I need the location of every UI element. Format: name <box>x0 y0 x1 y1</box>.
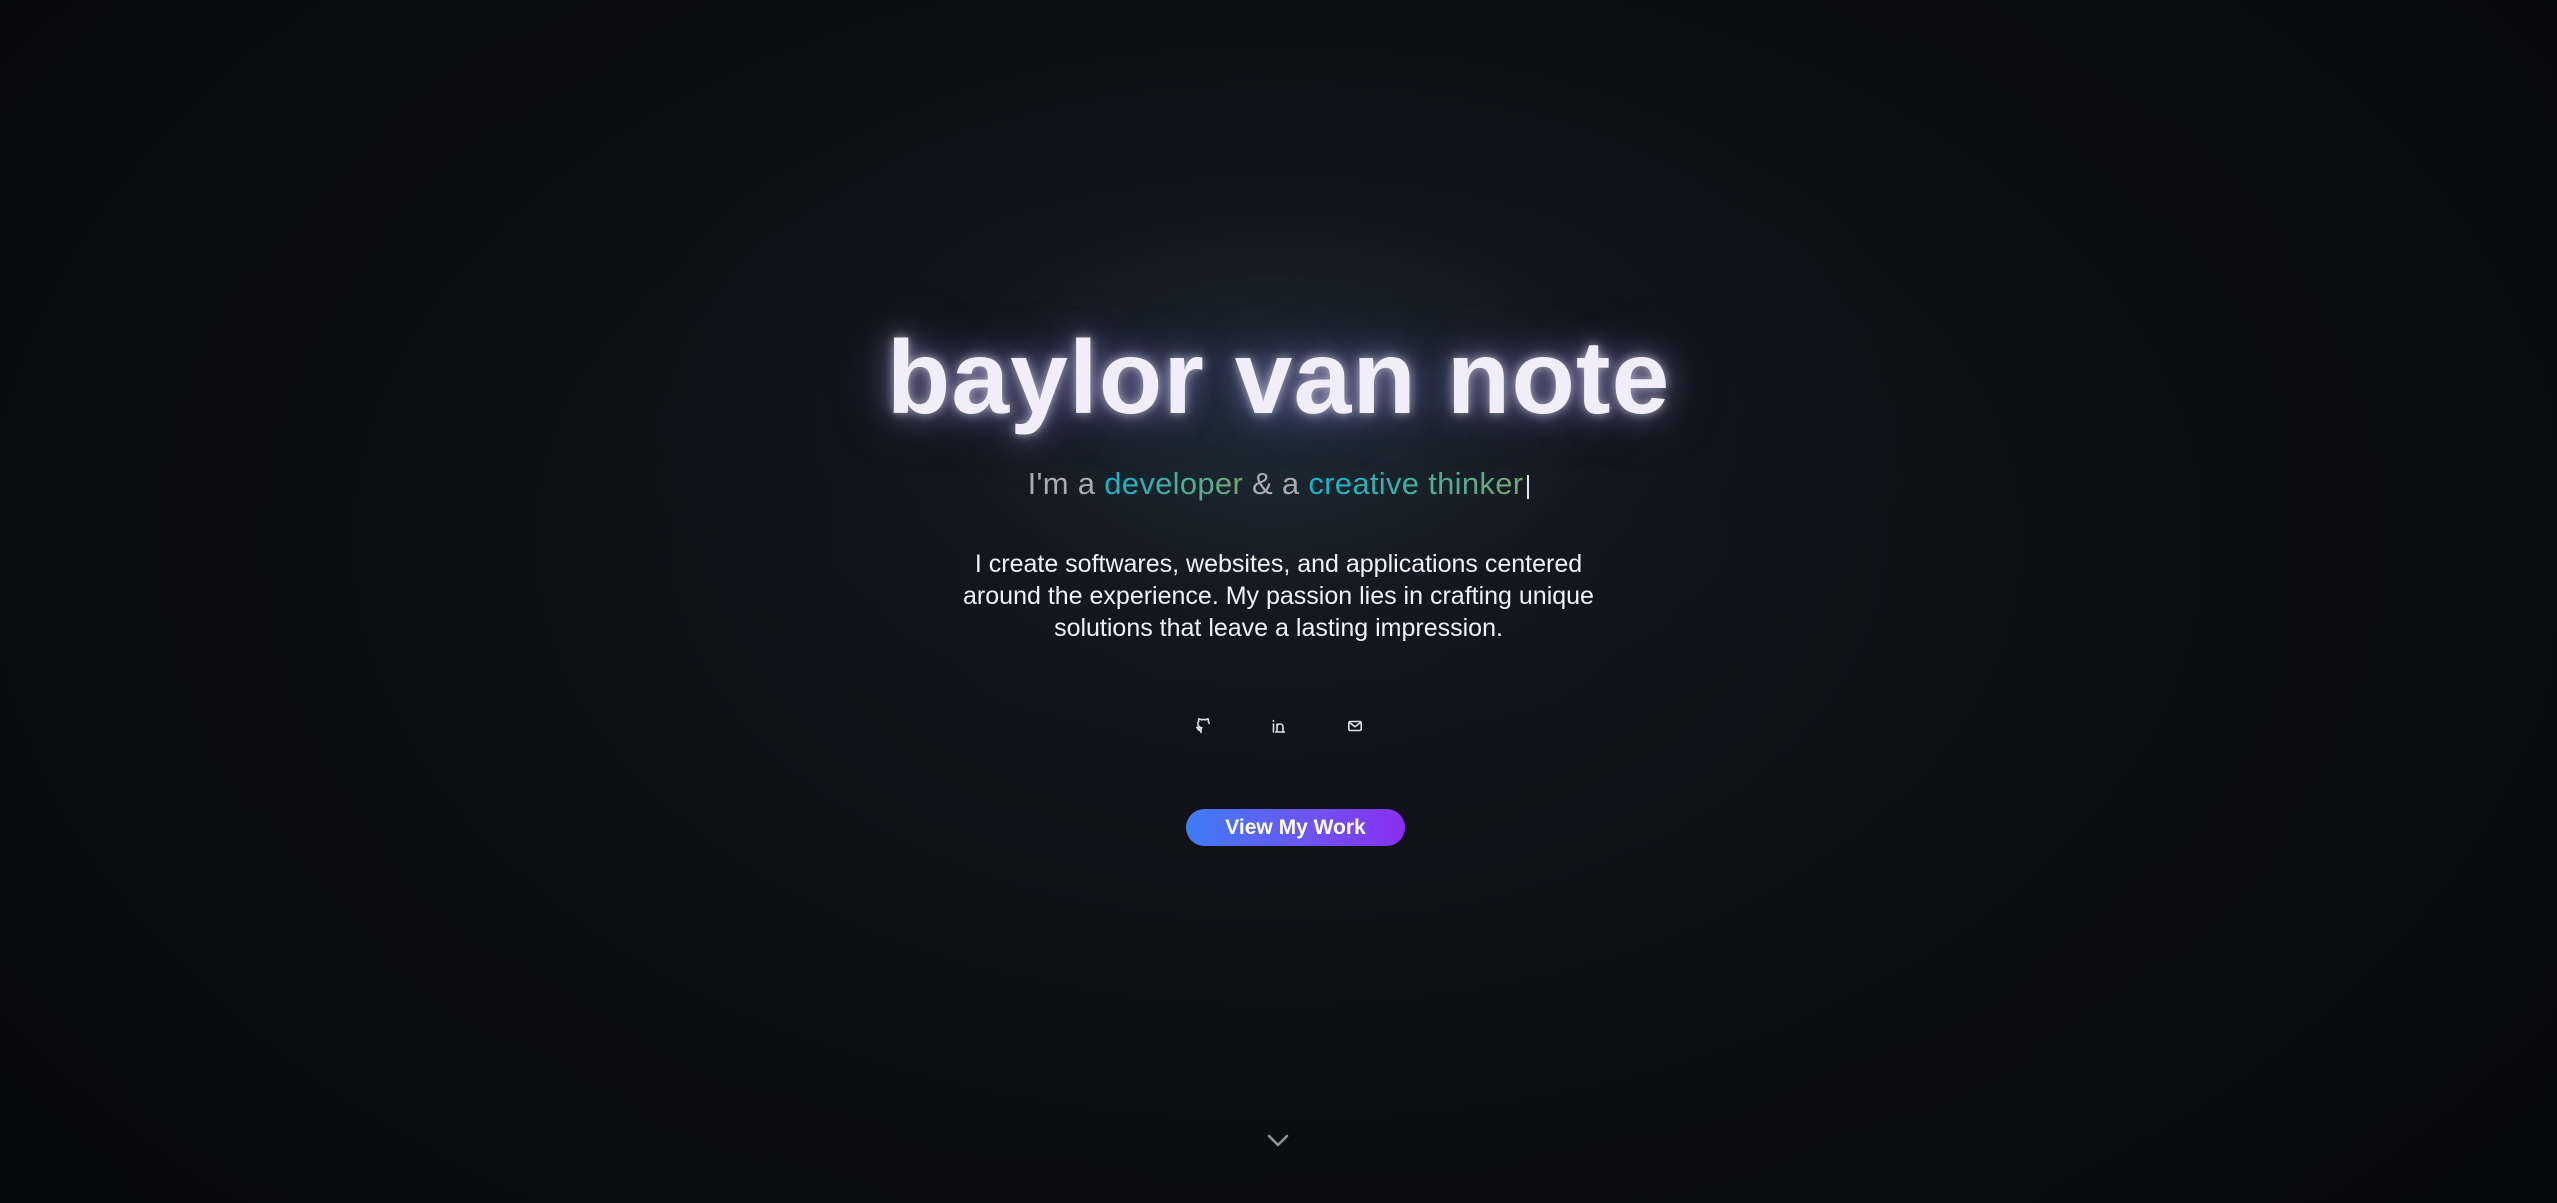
hero-tagline: I'm a developer & a creative thinker <box>0 462 2557 506</box>
chevron-down-icon <box>1265 1127 1291 1153</box>
hero-section: baylor van note I'm a developer & a crea… <box>0 0 2557 1203</box>
tagline-role-developer: developer <box>1104 466 1244 501</box>
tagline-role-creative-thinker: creative thinker <box>1308 466 1524 501</box>
social-links <box>0 711 2557 741</box>
mail-icon <box>1347 718 1363 734</box>
view-my-work-button[interactable]: View My Work <box>1186 809 1405 846</box>
tagline-joiner: & a <box>1243 466 1309 501</box>
github-link[interactable] <box>1188 711 1218 741</box>
github-icon <box>1195 718 1211 734</box>
typing-cursor <box>1527 475 1530 499</box>
hero-bio: I create softwares, websites, and applic… <box>963 550 1594 642</box>
tagline-prefix: I'm a <box>1027 466 1105 501</box>
linkedin-link[interactable] <box>1264 711 1294 741</box>
email-link[interactable] <box>1340 711 1370 741</box>
linkedin-icon <box>1271 718 1287 734</box>
scroll-down-button[interactable] <box>1263 1125 1293 1155</box>
hero-name: baylor van note <box>886 320 1671 436</box>
